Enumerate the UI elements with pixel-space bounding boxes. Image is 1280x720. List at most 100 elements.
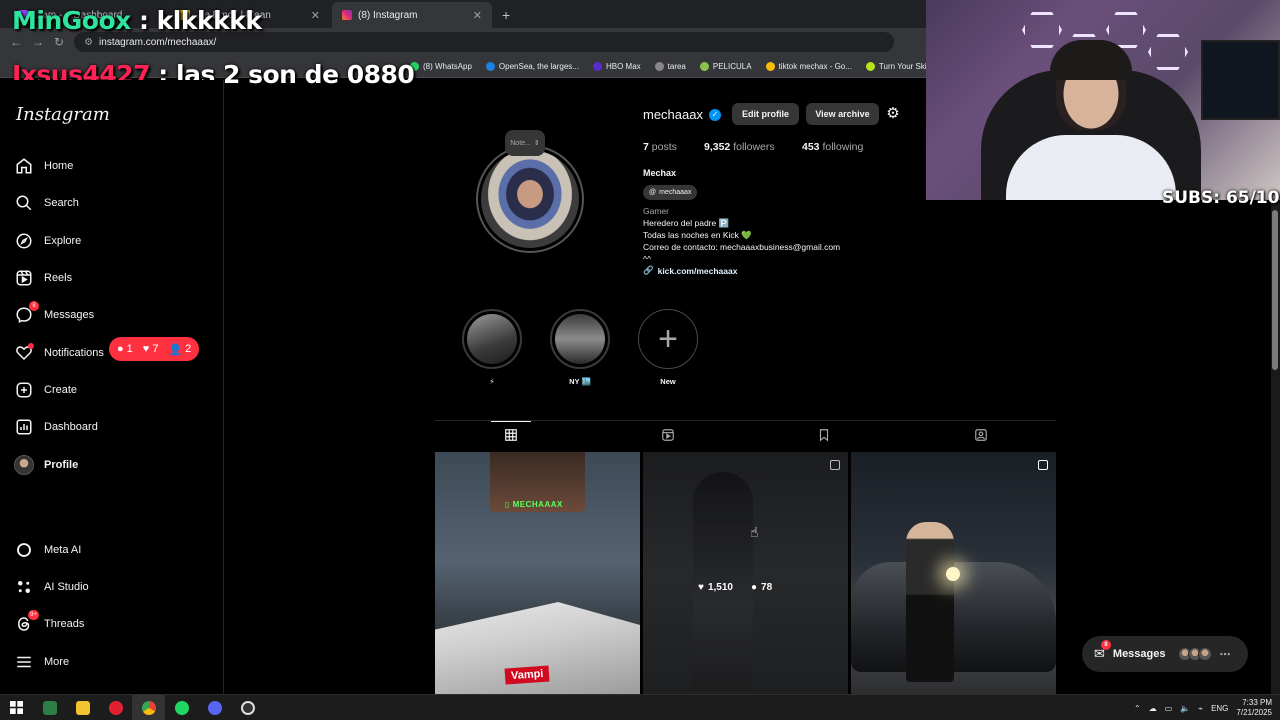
post-overlay-tag: ▯ MECHAAAX [505, 500, 563, 509]
settings-gear-icon[interactable]: ⚙ [885, 106, 901, 122]
sidebar-item-ai-studio[interactable]: AI Studio [14, 574, 89, 600]
url-text: instagram.com/mechaaax/ [99, 36, 217, 48]
plus-square-icon [14, 380, 34, 400]
chrome-icon[interactable] [132, 694, 165, 720]
notifications-summary-pill[interactable]: ● 1 ♥ 7 👤 2 [109, 337, 200, 361]
following-count[interactable]: 453 following [802, 141, 863, 153]
sidebar-item-notifications[interactable]: Notifications [14, 340, 104, 366]
bookmark-item[interactable]: Turn Your Skins in [865, 62, 926, 71]
sidebar-item-dashboard[interactable]: Dashboard [14, 414, 98, 440]
clock-time: 7:33 PM [1242, 698, 1272, 707]
bookmark-item[interactable]: OpenSea, the larges... [485, 62, 579, 71]
profile-link[interactable]: 🔗 kick.com/mechaaax [643, 265, 737, 276]
file-explorer-icon[interactable] [66, 695, 99, 720]
sidebar-item-messages[interactable]: 8 Messages [14, 301, 95, 328]
sidebar-item-explore[interactable]: Explore [14, 228, 81, 254]
language-indicator[interactable]: ENG [1211, 704, 1228, 713]
note-bubble[interactable]: Note... ⇕ [505, 130, 545, 156]
story-highlight[interactable]: NY 🏙️ [550, 309, 610, 386]
bookmark-favicon-icon [765, 62, 775, 71]
bookmark-label: tarea [667, 62, 686, 71]
bio-line: Todas las noches en Kick 💚 [643, 230, 752, 240]
terminal-app-icon[interactable] [33, 695, 66, 720]
sidebar-item-create[interactable]: Create [14, 377, 77, 403]
obs-icon[interactable] [231, 695, 264, 720]
tab-saved[interactable] [804, 421, 844, 453]
browser-tab-active[interactable]: (8) Instagram ✕ [332, 2, 492, 28]
system-tray: ⌃ ☁ ▭ 🔈 ⌁ ENG 7:33 PM 7/21/2025 [1134, 695, 1272, 720]
sidebar-item-search[interactable]: Search [14, 190, 79, 216]
bookmark-item[interactable]: PELICULA [699, 62, 752, 71]
sidebar-item-label: Threads [44, 618, 85, 630]
post-thumbnail[interactable] [851, 452, 1056, 694]
post-thumbnail[interactable]: ▯ MECHAAAX Vampi [435, 452, 640, 694]
bookmark-item[interactable]: tarea [654, 62, 686, 71]
bookmark-item[interactable]: (8) WhatsApp [410, 62, 472, 71]
new-highlight-button[interactable]: + New [638, 309, 698, 386]
bookmark-item[interactable]: HBO Max [592, 62, 641, 71]
post-thumbnail[interactable]: ♥ 1,510 ● 78 [643, 452, 848, 694]
url-input[interactable]: ⚙ instagram.com/mechaaax/ [74, 32, 895, 52]
carousel-icon [1038, 460, 1048, 470]
hex-light-decoration [1022, 12, 1062, 48]
close-tab-icon[interactable]: ✕ [311, 9, 320, 22]
close-tab-icon[interactable]: ✕ [473, 9, 482, 22]
cloud-icon[interactable]: ☁ [1149, 704, 1157, 713]
sidebar-item-home[interactable]: Home [14, 153, 73, 179]
threads-badge: 9+ [28, 610, 39, 620]
messages-badge: 8 [1100, 640, 1111, 650]
scrollbar-thumb[interactable] [1272, 210, 1278, 370]
highlight-label: New [660, 377, 676, 386]
avatar [1197, 647, 1212, 661]
edit-profile-button[interactable]: Edit profile [732, 103, 799, 125]
followers-count-value: 9,352 [704, 141, 731, 153]
windows-start-icon[interactable] [0, 695, 33, 720]
home-icon [14, 156, 34, 176]
monitor-icon[interactable]: ▭ [1165, 704, 1173, 713]
chevron-up-icon[interactable]: ⌃ [1134, 704, 1141, 713]
follow-count: 👤 2 [168, 343, 191, 356]
carousel-icon [830, 460, 840, 470]
profile-avatar-ring[interactable] [476, 145, 584, 253]
highlight-ring [550, 309, 610, 369]
opera-icon[interactable] [99, 695, 132, 720]
tab-tagged[interactable] [961, 421, 1001, 453]
sidebar-item-label: Reels [44, 272, 73, 284]
comment-count: ● 1 [117, 343, 133, 355]
highlight-cover [555, 314, 605, 364]
reload-icon[interactable]: ↻ [54, 35, 64, 49]
profile-avatar[interactable] [481, 150, 579, 248]
followers-count[interactable]: 9,352 followers [704, 141, 775, 153]
sidebar-item-meta-ai[interactable]: Meta AI [14, 537, 81, 563]
threads-handle-chip[interactable]: @ mechaaax [643, 185, 698, 200]
discord-icon[interactable] [198, 695, 231, 720]
bookmark-item[interactable]: tiktok mechax - Go... [765, 62, 852, 71]
note-arrows-icon: ⇕ [533, 140, 540, 147]
sidebar-item-more[interactable]: More [14, 649, 69, 675]
story-highlight[interactable]: ⚡ [462, 309, 522, 386]
post-person-image [906, 522, 954, 682]
speaker-icon[interactable]: 🔈 [1180, 704, 1190, 713]
spotify-icon[interactable] [165, 695, 198, 720]
forward-arrow-icon[interactable]: → [32, 35, 44, 49]
tab-reels[interactable] [648, 421, 688, 453]
clock[interactable]: 7:33 PM 7/21/2025 [1236, 698, 1272, 718]
sidebar-item-threads[interactable]: 9+ Threads [14, 610, 85, 637]
messages-floating-button[interactable]: ✉ 8 Messages ⋯ [1082, 636, 1248, 672]
sidebar-item-reels[interactable]: Reels [14, 265, 72, 291]
back-arrow-icon[interactable]: ← [10, 35, 22, 49]
messages-label: Messages [1112, 648, 1166, 660]
bookmark-favicon-icon [592, 62, 602, 71]
compass-icon [14, 231, 34, 251]
sidebar-item-label: Messages [44, 309, 95, 321]
sidebar-item-profile[interactable]: Profile [14, 452, 78, 478]
new-tab-button[interactable]: + [494, 2, 518, 28]
sidebar-item-label: Notifications [44, 347, 104, 359]
network-icon[interactable]: ⌁ [1198, 704, 1203, 713]
view-archive-button[interactable]: View archive [806, 103, 879, 125]
bookmark-favicon-icon [485, 62, 495, 71]
tab-posts[interactable] [491, 421, 531, 453]
instagram-logo[interactable]: Instagram [16, 104, 110, 125]
site-info-icon[interactable]: ⚙ [84, 37, 93, 48]
search-icon [14, 193, 34, 213]
